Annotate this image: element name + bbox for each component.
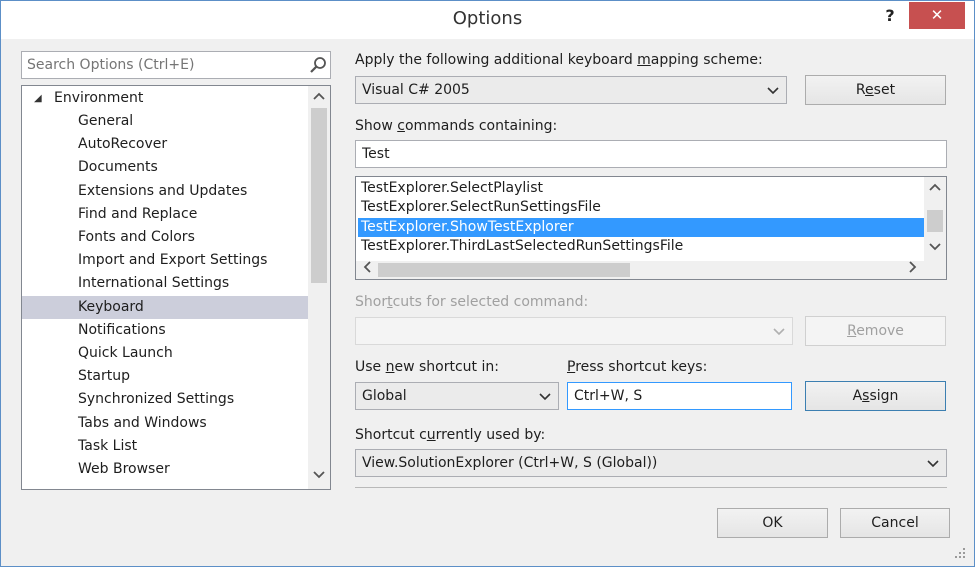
- use-new-shortcut-label: Use new shortcut in:: [355, 359, 499, 375]
- tree-item-label: Keyboard: [78, 298, 144, 315]
- dialog-content: ◢ Environment General AutoRecover Document…: [1, 39, 974, 566]
- tree-item-startup[interactable]: Startup: [22, 365, 308, 388]
- tree-item-label: Documents: [78, 159, 158, 176]
- tree-item-label: General: [78, 113, 134, 129]
- mapping-scheme-dropdown[interactable]: Visual C# 2005: [355, 76, 787, 104]
- options-dialog: Options ? ✕ ◢ Environment General AutoRec…: [0, 0, 975, 567]
- search-icon[interactable]: [309, 56, 327, 74]
- tree-item-label: Startup: [78, 368, 130, 385]
- tree-item-import-and-export-settings[interactable]: Import and Export Settings: [22, 249, 308, 272]
- tree-item-fonts-and-colors[interactable]: Fonts and Colors: [22, 226, 308, 249]
- tree-item-web-browser[interactable]: Web Browser: [22, 458, 308, 481]
- tree-item-label: Import and Export Settings: [78, 252, 268, 269]
- tree-item-general[interactable]: General: [22, 110, 308, 133]
- tree-item-keyboard[interactable]: Keyboard: [22, 295, 308, 319]
- currently-used-by-value: View.SolutionExplorer (Ctrl+W, S (Global…: [362, 455, 658, 471]
- reset-button[interactable]: Reset: [805, 75, 946, 105]
- tree-item-label: International Settings: [78, 275, 230, 292]
- tree-item-label: Quick Launch: [78, 345, 173, 361]
- tree-item-label: Fonts and Colors: [78, 229, 195, 245]
- chevron-down-icon: [767, 87, 779, 95]
- tree-item-international-settings[interactable]: International Settings: [22, 272, 308, 295]
- close-button[interactable]: ✕: [909, 2, 965, 29]
- tree-vertical-scrollbar[interactable]: [308, 86, 330, 489]
- options-tree[interactable]: ◢ Environment General AutoRecover Document…: [21, 85, 331, 490]
- title-bar[interactable]: Options ? ✕: [1, 1, 974, 39]
- remove-button[interactable]: Remove: [805, 316, 946, 346]
- tree-item-task-list[interactable]: Task List: [22, 435, 308, 458]
- chevron-down-icon: [927, 460, 939, 468]
- command-list-item[interactable]: TestExplorer.ThirdLastSelectedRunSetting…: [358, 237, 924, 256]
- tree-item-environment[interactable]: ◢ Environment: [22, 87, 308, 110]
- assign-button[interactable]: Assign: [805, 381, 946, 411]
- commands-hscroll-thumb[interactable]: [378, 263, 630, 277]
- ok-button[interactable]: OK: [717, 508, 828, 538]
- tree-item-quick-launch[interactable]: Quick Launch: [22, 342, 308, 365]
- scroll-up-icon[interactable]: [924, 179, 946, 197]
- scroll-down-icon[interactable]: [308, 467, 330, 485]
- chevron-down-icon: [539, 393, 551, 401]
- mapping-scheme-label: Apply the following additional keyboard …: [355, 52, 763, 68]
- cancel-button[interactable]: Cancel: [840, 508, 950, 538]
- tree-item-label: AutoRecover: [78, 136, 168, 153]
- mapping-scheme-value: Visual C# 2005: [362, 82, 470, 98]
- tree-item-documents[interactable]: Documents: [22, 156, 308, 179]
- scroll-right-icon[interactable]: [902, 261, 924, 279]
- command-list-item[interactable]: TestExplorer.SelectPlaylist: [358, 179, 924, 198]
- command-list-item[interactable]: TestExplorer.ShowTestExplorer: [358, 217, 924, 237]
- tree-item-label: Extensions and Updates: [78, 182, 248, 199]
- commands-list[interactable]: TestExplorer.SelectPlaylist TestExplorer.…: [355, 176, 947, 280]
- tree-item-label: Environment: [54, 90, 144, 106]
- commands-horizontal-scrollbar[interactable]: [356, 261, 924, 279]
- tree-item-label: Synchronized Settings: [78, 391, 235, 408]
- shortcuts-dropdown[interactable]: [355, 317, 793, 345]
- dialog-title: Options: [452, 8, 523, 29]
- close-icon: ✕: [930, 6, 944, 24]
- shortcut-scope-dropdown[interactable]: Global: [355, 382, 559, 410]
- scroll-left-icon[interactable]: [356, 261, 378, 279]
- command-list-item[interactable]: TestExplorer.SelectRunSettingsFile: [358, 198, 924, 217]
- chevron-down-icon: [773, 328, 785, 336]
- tree-item-label: Find and Replace: [78, 205, 198, 222]
- tree-item-find-and-replace[interactable]: Find and Replace: [22, 203, 308, 226]
- tree-item-tabs-and-windows[interactable]: Tabs and Windows: [22, 412, 308, 435]
- tree-item-label: Web Browser: [78, 461, 170, 477]
- separator: [355, 487, 947, 488]
- scrollbar-corner: [924, 261, 946, 279]
- show-commands-input[interactable]: [355, 140, 947, 168]
- search-options-input[interactable]: [21, 51, 331, 79]
- currently-used-by-label: Shortcut currently used by:: [355, 427, 546, 443]
- tree-item-synchronized-settings[interactable]: Synchronized Settings: [22, 388, 308, 411]
- commands-vertical-scrollbar[interactable]: [924, 177, 946, 261]
- press-shortcut-keys-label: Press shortcut keys:: [567, 359, 708, 375]
- commands-scroll-thumb[interactable]: [927, 210, 943, 232]
- currently-used-by-dropdown[interactable]: View.SolutionExplorer (Ctrl+W, S (Global…: [355, 449, 947, 477]
- expand-triangle-icon[interactable]: ◢: [34, 87, 42, 110]
- tree-item-label: Notifications: [78, 321, 166, 338]
- help-button[interactable]: ?: [877, 3, 903, 29]
- shortcuts-label: Shortcuts for selected command:: [355, 294, 589, 310]
- tree-item-label: Task List: [78, 437, 138, 454]
- press-shortcut-keys-input[interactable]: [567, 382, 792, 410]
- tree-item-autorecover[interactable]: AutoRecover: [22, 133, 308, 156]
- tree-item-notifications[interactable]: Notifications: [22, 319, 308, 342]
- show-commands-label: Show commands containing:: [355, 118, 558, 134]
- tree-scroll-thumb[interactable]: [311, 108, 327, 283]
- scroll-down-icon[interactable]: [924, 239, 946, 257]
- tree-item-extensions-and-updates[interactable]: Extensions and Updates: [22, 180, 308, 203]
- resize-grip-icon[interactable]: [954, 547, 966, 559]
- shortcut-scope-value: Global: [362, 388, 407, 404]
- tree-item-label: Tabs and Windows: [78, 414, 207, 431]
- scroll-up-icon[interactable]: [308, 88, 330, 106]
